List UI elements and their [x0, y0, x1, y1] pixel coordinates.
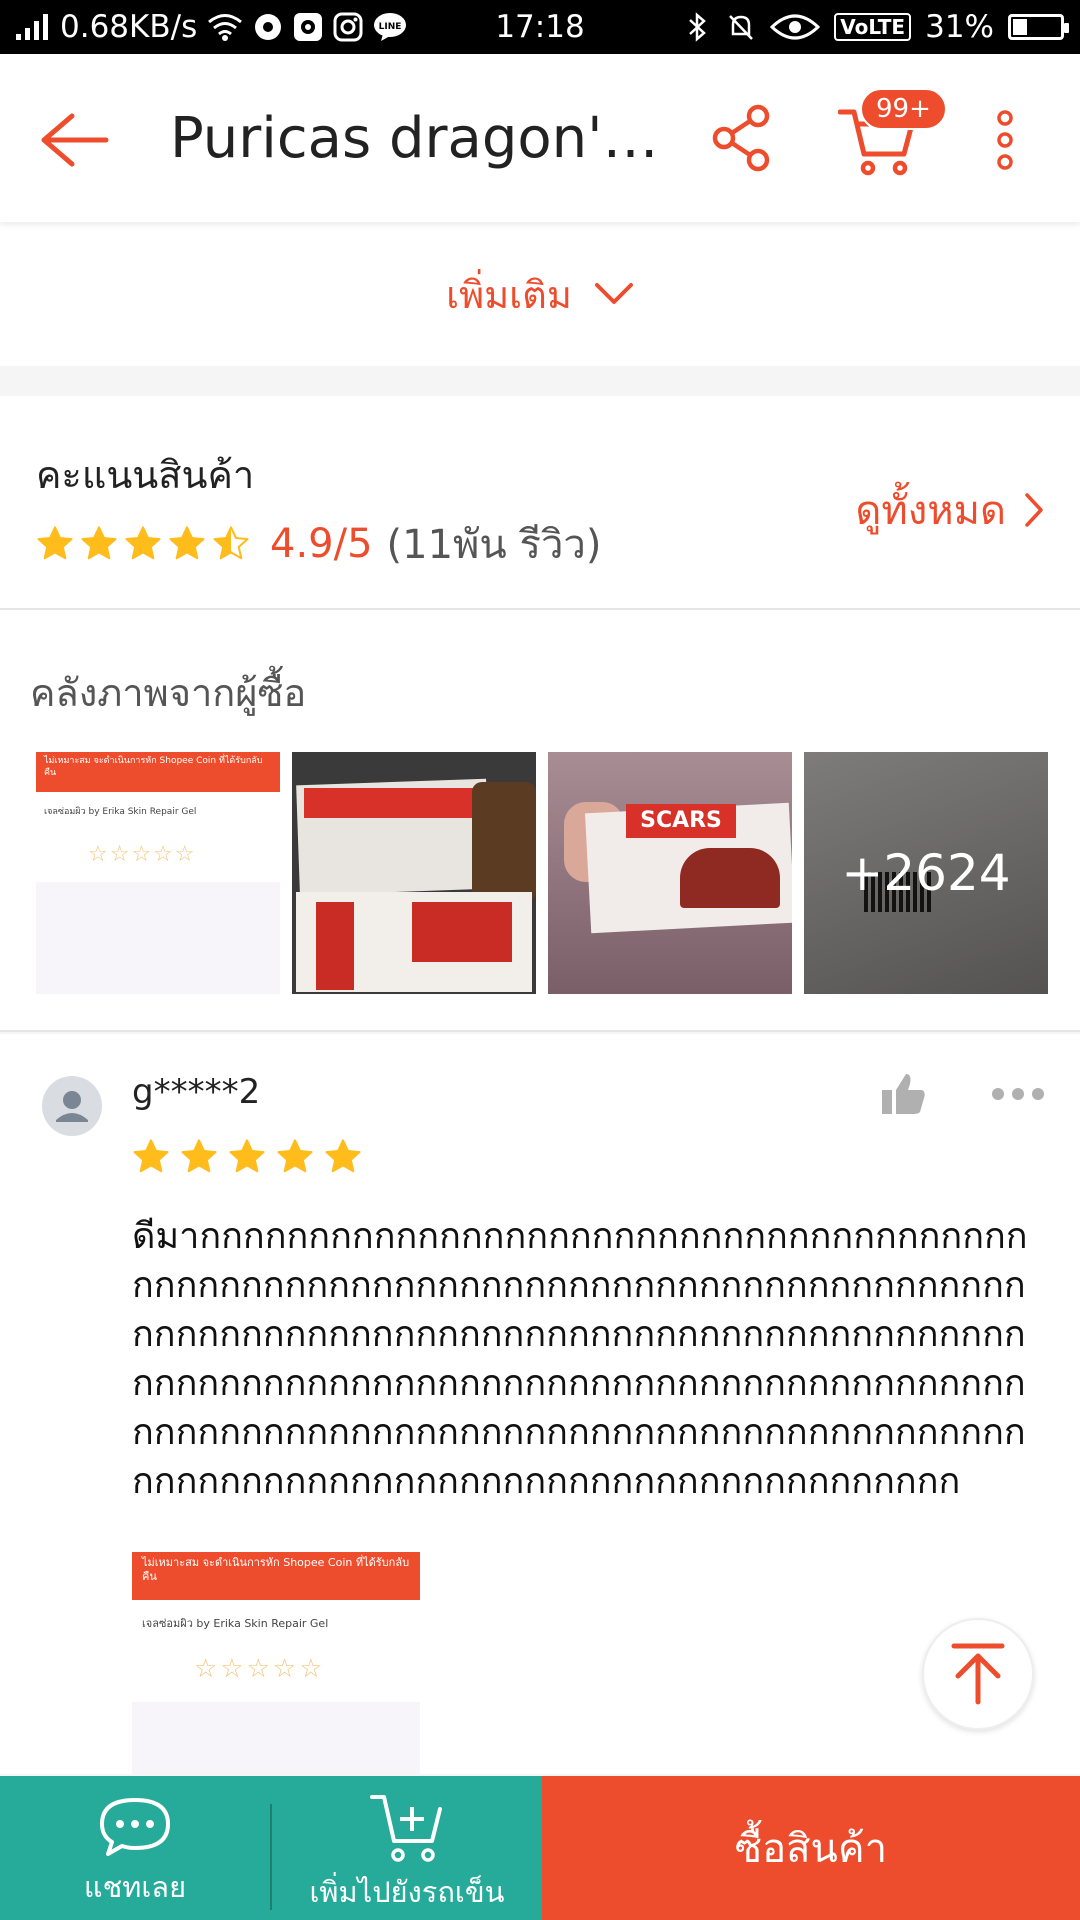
product-rating-section: คะแนนสินค้า 4.9/5 (11พัน รีวิว) ดูทั้งหม…	[0, 396, 1080, 608]
arrow-up-icon	[951, 1643, 1005, 1705]
add-to-cart-button[interactable]: เพิ่มไปยังรถเข็น	[272, 1776, 542, 1920]
user-icon	[56, 1091, 88, 1122]
page-title: Puricas dragon's...	[170, 106, 660, 171]
review-count: (11พัน รีวิว)	[386, 522, 602, 568]
chrome-icon	[253, 12, 283, 42]
photo-blank-area	[132, 1702, 420, 1774]
thumbs-up-icon	[882, 1074, 925, 1114]
star-icon	[37, 526, 73, 560]
rating-title: คะแนนสินค้า	[36, 453, 255, 497]
share-icon	[712, 104, 770, 172]
see-all-reviews-link[interactable]: ดูทั้งหมด	[855, 478, 1044, 542]
star-icon	[277, 1139, 313, 1173]
expand-description-button[interactable]: เพิ่มเติม	[0, 222, 1080, 366]
review-photo[interactable]: ไม่เหมาะสม จะดำเนินการหัก Shopee Coin ที…	[132, 1552, 420, 1774]
more-options-button[interactable]	[990, 106, 1020, 174]
add-to-cart-label: เพิ่มไปยังรถเข็น	[309, 1875, 505, 1909]
chat-button[interactable]: แชทเลย	[0, 1776, 270, 1920]
eye-icon	[770, 13, 821, 41]
secondary-actions: แชทเลย เพิ่มไปยังรถเข็น	[0, 1776, 542, 1920]
screen-record-icon	[293, 12, 323, 42]
kebab-menu-icon	[997, 110, 1013, 170]
buyer-gallery-section: คลังภาพจากผู้ซื้อ ไม่เหมาะสม จะดำเนินการ…	[0, 610, 1080, 1030]
buy-now-label: ซื้อสินค้า	[734, 1826, 888, 1872]
chevron-down-icon	[594, 283, 633, 304]
photo-product-label: เจลซ่อมผิว by Erika Skin Repair Gel	[142, 1617, 329, 1630]
back-button[interactable]	[38, 104, 110, 176]
more-photos-count: +2624	[804, 752, 1048, 994]
review-stars	[132, 1138, 362, 1176]
product-box-stripe	[304, 788, 474, 818]
arrow-left-icon	[41, 113, 109, 167]
battery-icon	[1008, 14, 1069, 40]
photo-banner: ไม่เหมาะสม จะดำเนินการหัก Shopee Coin ที…	[132, 1552, 420, 1600]
product-tube-image	[316, 902, 354, 990]
cart-count-badge: 99+	[860, 88, 947, 130]
status-bar: 0.68KB/s LINE 17:18 VoLTE 31%	[0, 0, 1080, 54]
review-options-button[interactable]	[990, 1082, 1046, 1106]
top-app-bar: Puricas dragon's... 99+	[0, 54, 1080, 222]
add-to-cart-icon	[370, 1795, 442, 1862]
chevron-right-icon	[1025, 493, 1043, 527]
reviewer-name: g*****2	[132, 1072, 261, 1112]
share-button[interactable]	[710, 104, 774, 172]
star-icon	[125, 526, 161, 560]
ellipsis-icon	[992, 1088, 1044, 1100]
chat-bubble-icon	[100, 1798, 170, 1856]
rating-score: 4.9/5	[270, 521, 373, 567]
star-icon	[229, 1139, 265, 1173]
star-icon	[169, 526, 205, 560]
mute-bell-icon	[726, 12, 756, 42]
star-icon	[81, 526, 117, 560]
signal-icon	[16, 14, 50, 40]
chat-label: แชทเลย	[83, 1870, 187, 1904]
buy-now-button[interactable]: ซื้อสินค้า	[542, 1776, 1080, 1920]
like-button[interactable]	[880, 1070, 928, 1118]
star-icon	[133, 1139, 169, 1173]
star-icon	[325, 1139, 361, 1173]
battery-percent: 31%	[925, 9, 994, 45]
empty-stars-icon: ☆☆☆☆☆	[194, 1654, 326, 1684]
gallery-thumb[interactable]: SCARS	[548, 752, 792, 994]
empty-stars-icon: ☆☆☆☆☆	[88, 842, 197, 867]
volte-badge: VoLTE	[834, 13, 912, 41]
thumb-product-label: เจลซ่อมผิว by Erika Skin Repair Gel	[44, 807, 197, 817]
product-box-label: SCARS	[626, 804, 736, 838]
thumb-blank-area	[36, 882, 280, 994]
product-label-image	[412, 902, 512, 962]
review-text: ดีมากกกกกกกกกกกกกกกกกกกกกกกกกกกกกกกกกกกก…	[132, 1216, 1028, 1502]
gallery-row: ไม่เหมาะสม จะดำเนินการหัก Shopee Coin ที…	[36, 752, 1048, 994]
bluetooth-icon	[682, 12, 712, 42]
star-icon	[181, 1139, 217, 1173]
svg-text:LINE: LINE	[379, 22, 402, 32]
see-all-label: ดูทั้งหมด	[855, 488, 1006, 534]
star-icon	[213, 526, 249, 560]
gallery-thumb[interactable]	[292, 752, 536, 994]
wifi-icon	[207, 13, 243, 41]
instagram-icon	[333, 12, 363, 42]
bottom-action-bar: แชทเลย เพิ่มไปยังรถเข็น ซื้อสินค้า	[0, 1776, 1080, 1920]
expand-label: เพิ่มเติม	[446, 272, 572, 317]
review-item: g*****2 ดีมากกกกกกกกกกกกกกกกกกกกกกกกกกกก…	[0, 1034, 1080, 1774]
tree-picture	[680, 848, 780, 908]
line-app-icon: LINE	[373, 12, 407, 42]
scroll-to-top-button[interactable]	[922, 1618, 1034, 1730]
divider	[0, 1030, 1080, 1032]
rating-summary: 4.9/5 (11พัน รีวิว)	[36, 512, 602, 576]
gallery-thumb[interactable]: ไม่เหมาะสม จะดำเนินการหัก Shopee Coin ที…	[36, 752, 280, 994]
gallery-thumb-more[interactable]: +2624	[804, 752, 1048, 994]
gallery-title: คลังภาพจากผู้ซื้อ	[30, 671, 307, 715]
thumb-banner: ไม่เหมาะสม จะดำเนินการหัก Shopee Coin ที…	[36, 752, 280, 792]
network-speed: 0.68KB/s	[60, 9, 198, 45]
rating-stars	[36, 525, 250, 563]
avatar[interactable]	[42, 1076, 102, 1136]
bottle-image	[472, 782, 536, 902]
